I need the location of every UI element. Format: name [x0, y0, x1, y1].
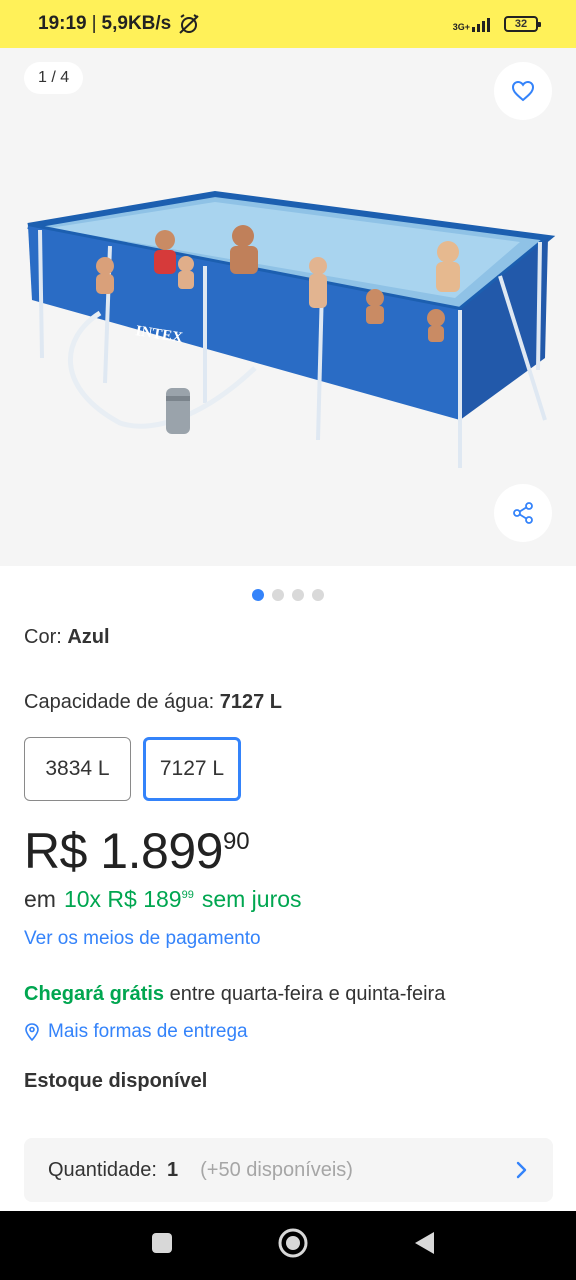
- signal-indicator: 3G+: [453, 16, 494, 32]
- pagination-dot-1[interactable]: [252, 589, 264, 601]
- network-type: 3G+: [452, 22, 470, 32]
- installments-prefix: em: [24, 886, 56, 912]
- quantity-value: 1: [166, 1158, 179, 1181]
- delivery-info: Chegará grátis entre quarta-feira e quin…: [24, 983, 445, 1006]
- capacity-value: 7127 L: [219, 691, 282, 713]
- pagination-dot-3[interactable]: [292, 589, 304, 601]
- price-main: R$ 1.899: [24, 823, 223, 879]
- status-speed: 5,9KB/s: [101, 13, 172, 34]
- pagination-dot-2[interactable]: [272, 589, 284, 601]
- share-button[interactable]: [494, 484, 552, 542]
- more-delivery-label: Mais formas de entrega: [48, 1021, 248, 1042]
- status-left: 19:19 | 5,9KB/s: [38, 13, 201, 35]
- favorite-button[interactable]: [494, 62, 552, 120]
- color-label: Cor:: [24, 626, 62, 648]
- price: R$ 1.899 90: [24, 822, 250, 880]
- variant-option-7127[interactable]: 7127 L: [143, 737, 241, 801]
- delivery-dates: entre quarta-feira e quinta-feira: [169, 983, 446, 1005]
- variant-option-3834[interactable]: 3834 L: [24, 737, 131, 801]
- quantity-selector[interactable]: Quantidade: 1 (+50 disponíveis): [24, 1138, 553, 1202]
- color-value: Azul: [67, 626, 110, 648]
- home-icon: [278, 1228, 308, 1258]
- home-button[interactable]: [277, 1227, 309, 1264]
- more-delivery-link[interactable]: Mais formas de entrega: [24, 1021, 248, 1043]
- image-counter: 1 / 4: [24, 62, 84, 94]
- status-right: 3G+ 32: [453, 16, 541, 32]
- stock-status: Estoque disponível: [24, 1070, 208, 1092]
- installments: em 10x R$ 189 99 sem juros: [24, 886, 302, 913]
- recents-icon: [152, 1233, 172, 1253]
- payment-methods-link[interactable]: Ver os meios de pagamento: [24, 928, 261, 950]
- recents-button[interactable]: [150, 1231, 174, 1260]
- gallery-pagination: [0, 589, 576, 601]
- location-pin-icon: [25, 1023, 39, 1042]
- color-row: Cor: Azul: [24, 626, 110, 649]
- heart-outline-icon: [511, 80, 535, 102]
- pagination-dot-4[interactable]: [312, 589, 324, 601]
- installments-cents: 99: [181, 889, 194, 901]
- capacity-row: Capacidade de água: 7127 L: [24, 691, 282, 714]
- price-cents: 90: [222, 828, 250, 855]
- status-bar: 19:19 | 5,9KB/s 3G+ 32: [0, 0, 576, 48]
- installments-suffix: sem juros: [201, 886, 302, 912]
- chevron-right-icon: [516, 1161, 527, 1179]
- capacity-label: Capacidade de água:: [24, 691, 215, 713]
- product-image: INTEX: [27, 190, 556, 468]
- quantity-available: (+50 disponíveis): [200, 1158, 353, 1181]
- status-time: 19:19: [38, 13, 87, 34]
- back-button[interactable]: [412, 1230, 436, 1261]
- installments-amount: 10x R$ 189: [63, 886, 182, 912]
- share-icon: [513, 502, 533, 524]
- product-gallery[interactable]: 1 / 4 INTEX: [0, 48, 576, 566]
- quantity-label: Quantidade:: [48, 1158, 157, 1181]
- back-icon: [415, 1232, 434, 1254]
- battery-icon: 32: [504, 16, 541, 32]
- signal-icon: [472, 18, 490, 32]
- delivery-free-label: Chegará grátis: [24, 983, 165, 1005]
- alarm-off-icon: [179, 14, 199, 34]
- system-navigation-bar: [0, 1211, 576, 1280]
- status-separator: |: [91, 13, 97, 34]
